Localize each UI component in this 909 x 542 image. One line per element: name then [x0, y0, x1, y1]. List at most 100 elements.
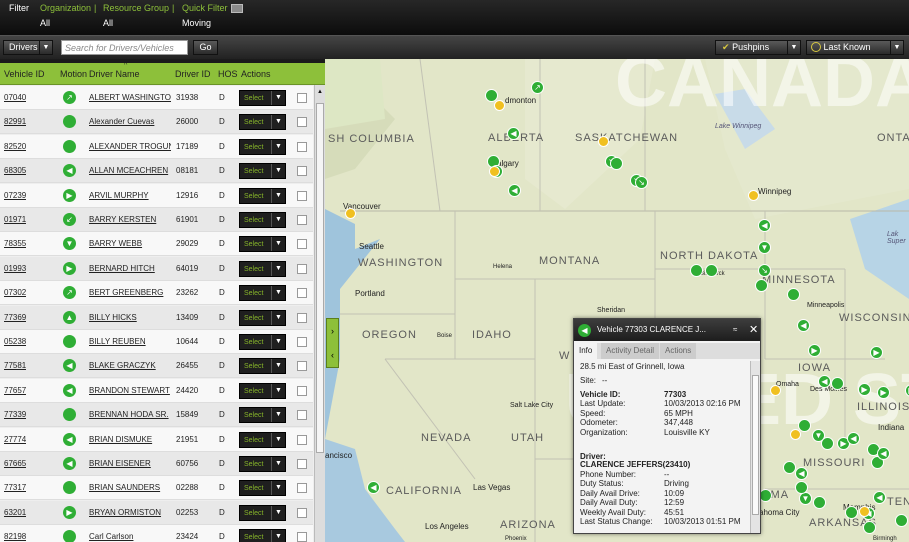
row-checkbox[interactable] — [297, 239, 307, 250]
tab-actions[interactable]: Actions — [660, 343, 697, 359]
vehicle-pin-icon[interactable]: ▶ — [808, 344, 821, 357]
chevron-left-icon[interactable]: ‹ — [327, 343, 338, 367]
close-icon[interactable]: ✕ — [749, 319, 758, 341]
vehicle-id-link[interactable]: 07302 — [4, 281, 26, 305]
row-checkbox[interactable] — [297, 141, 307, 152]
row-checkbox[interactable] — [297, 117, 307, 128]
table-row[interactable]: 63201 ▶ BRYAN ORMISTON 02253 D Select ▼ — [0, 500, 313, 525]
driver-name-link[interactable]: BARRY KERSTEN — [89, 208, 171, 232]
actions-select[interactable]: Select ▼ — [239, 504, 286, 521]
driver-name-link[interactable]: BILLY HICKS — [89, 306, 171, 330]
actions-select[interactable]: Select ▼ — [239, 309, 286, 326]
scroll-up-icon[interactable]: ▲ — [315, 85, 325, 99]
vehicle-id-link[interactable]: 01993 — [4, 257, 26, 281]
row-checkbox[interactable] — [297, 312, 307, 323]
row-checkbox[interactable] — [297, 385, 307, 396]
vehicle-id-link[interactable]: 68305 — [4, 159, 26, 183]
driver-name-link[interactable]: ALLAN MCEACHREN — [89, 159, 171, 183]
vehicle-id-link[interactable]: 78355 — [4, 232, 26, 256]
vehicle-pin-icon[interactable] — [798, 419, 811, 432]
vehicle-pin-icon[interactable] — [787, 288, 800, 301]
vehicle-pin-icon[interactable] — [795, 481, 808, 494]
vehicle-pin-icon[interactable]: ▶ — [870, 346, 883, 359]
driver-name-link[interactable]: BILLY REUBEN — [89, 330, 171, 354]
row-checkbox[interactable] — [297, 434, 307, 445]
row-checkbox[interactable] — [297, 483, 307, 494]
vehicle-pin-icon[interactable] — [831, 377, 844, 390]
vehicle-id-link[interactable]: 77581 — [4, 354, 26, 378]
table-row[interactable]: 77339 BRENNAN HODA SR. 15849 D Select ▼ — [0, 403, 313, 428]
driver-name-link[interactable]: BRIAN DISMUKE — [89, 428, 171, 452]
vehicle-pin-icon[interactable] — [610, 157, 623, 170]
vehicle-pin-icon[interactable] — [755, 279, 768, 292]
vehicle-pin-icon[interactable]: ◀ — [758, 219, 771, 232]
table-row[interactable]: 05238 BILLY REUBEN 10644 D Select ▼ — [0, 330, 313, 354]
driver-name-link[interactable]: BLAKE GRACZYK — [89, 354, 171, 378]
vehicle-pin-icon[interactable]: ◀ — [367, 481, 380, 494]
popup-scrollbar[interactable] — [750, 361, 760, 533]
chevron-right-icon[interactable]: › — [327, 319, 338, 343]
row-checkbox[interactable] — [297, 263, 307, 274]
go-button[interactable]: Go — [193, 40, 218, 55]
row-checkbox[interactable] — [297, 361, 307, 372]
driver-name-link[interactable]: Carl Carlson — [89, 525, 171, 542]
row-checkbox[interactable] — [297, 93, 307, 103]
vehicle-pin-icon[interactable] — [690, 264, 703, 277]
vehicle-id-link[interactable]: 77657 — [4, 379, 26, 403]
table-row[interactable]: 82991 Alexander Cuevas 26000 D Select ▼ — [0, 110, 313, 135]
vehicle-pin-icon[interactable]: ↘ — [758, 264, 771, 277]
actions-select[interactable]: Select ▼ — [239, 163, 286, 180]
vehicle-pin-icon[interactable]: ↘ — [635, 176, 648, 189]
search-input[interactable] — [61, 40, 188, 55]
row-checkbox[interactable] — [297, 507, 307, 518]
driver-name-link[interactable]: Alexander Cuevas — [89, 110, 171, 134]
vehicle-pin-icon[interactable]: ▶ — [877, 386, 890, 399]
table-row[interactable]: 77317 BRIAN SAUNDERS 02288 D Select ▼ — [0, 476, 313, 501]
actions-select[interactable]: Select ▼ — [239, 456, 286, 472]
organization-filter[interactable]: Organization — [40, 3, 91, 13]
table-row[interactable]: 01993 ▶ BERNARD HITCH 64019 D Select ▼ — [0, 256, 313, 281]
vehicle-pin-icon[interactable]: ◀ — [847, 432, 860, 445]
row-checkbox[interactable] — [297, 459, 307, 469]
actions-select[interactable]: Select ▼ — [239, 285, 286, 302]
vehicle-id-link[interactable]: 82520 — [4, 135, 26, 159]
vehicle-pin-icon[interactable]: ↗ — [531, 81, 544, 94]
table-row[interactable]: 07239 ▶ ARVIL MURPHY 12916 D Select ▼ — [0, 183, 313, 208]
actions-select[interactable]: Select ▼ — [239, 236, 286, 253]
actions-select[interactable]: Select ▼ — [239, 382, 286, 399]
pushpins-select[interactable]: ✔ Pushpins ▼ — [715, 40, 801, 55]
actions-select[interactable]: Select ▼ — [239, 212, 286, 228]
table-row[interactable]: 27774 ◀ BRIAN DISMUKE 21951 D Select ▼ — [0, 427, 313, 452]
driver-name-link[interactable]: BRIAN SAUNDERS — [89, 476, 171, 500]
last-known-select[interactable]: Last Known ▼ — [806, 40, 904, 55]
vehicle-pin-icon[interactable] — [863, 521, 876, 534]
col-hos[interactable]: HOS — [218, 63, 238, 85]
vehicle-pin-icon[interactable] — [845, 506, 858, 519]
vehicle-pin-icon[interactable] — [821, 437, 834, 450]
driver-name-link[interactable]: ALBERT WASHINGTON — [89, 86, 171, 110]
vehicle-pin-icon[interactable] — [813, 496, 826, 509]
table-row[interactable]: 07302 ↗ BERT GREENBERG 23262 D Select ▼ — [0, 281, 313, 306]
quick-filter[interactable]: Quick Filter — [182, 3, 228, 13]
driver-name-link[interactable]: BRANDON STEWART — [89, 379, 171, 403]
vehicle-pin-icon[interactable] — [895, 514, 908, 527]
actions-select[interactable]: Select ▼ — [239, 358, 286, 375]
driver-name-link[interactable]: BRENNAN HODA SR. — [89, 403, 171, 427]
actions-select[interactable]: Select ▼ — [239, 260, 286, 277]
entity-type-select[interactable]: Drivers ▼ — [3, 40, 53, 55]
filter-icon[interactable] — [231, 4, 243, 13]
collapse-icon[interactable]: ≈ — [733, 319, 737, 341]
row-checkbox[interactable] — [297, 166, 307, 177]
vehicle-id-link[interactable]: 77339 — [4, 403, 26, 427]
actions-select[interactable]: Select ▼ — [239, 431, 286, 448]
vehicle-pin-icon[interactable] — [705, 264, 718, 277]
table-row[interactable]: 77581 ◀ BLAKE GRACZYK 26455 D Select ▼ — [0, 354, 313, 379]
table-row[interactable]: 77369 ▲ BILLY HICKS 13409 D Select ▼ — [0, 305, 313, 330]
row-checkbox[interactable] — [297, 337, 307, 347]
actions-select[interactable]: Select ▼ — [239, 114, 286, 131]
vehicle-pin-icon[interactable]: ▼ — [758, 241, 771, 254]
table-scrollbar[interactable]: ▲ — [314, 85, 325, 542]
vehicle-id-link[interactable]: 07040 — [4, 86, 26, 110]
vehicle-id-link[interactable]: 82991 — [4, 110, 26, 134]
vehicle-pin-icon[interactable]: ◀ — [795, 467, 808, 480]
